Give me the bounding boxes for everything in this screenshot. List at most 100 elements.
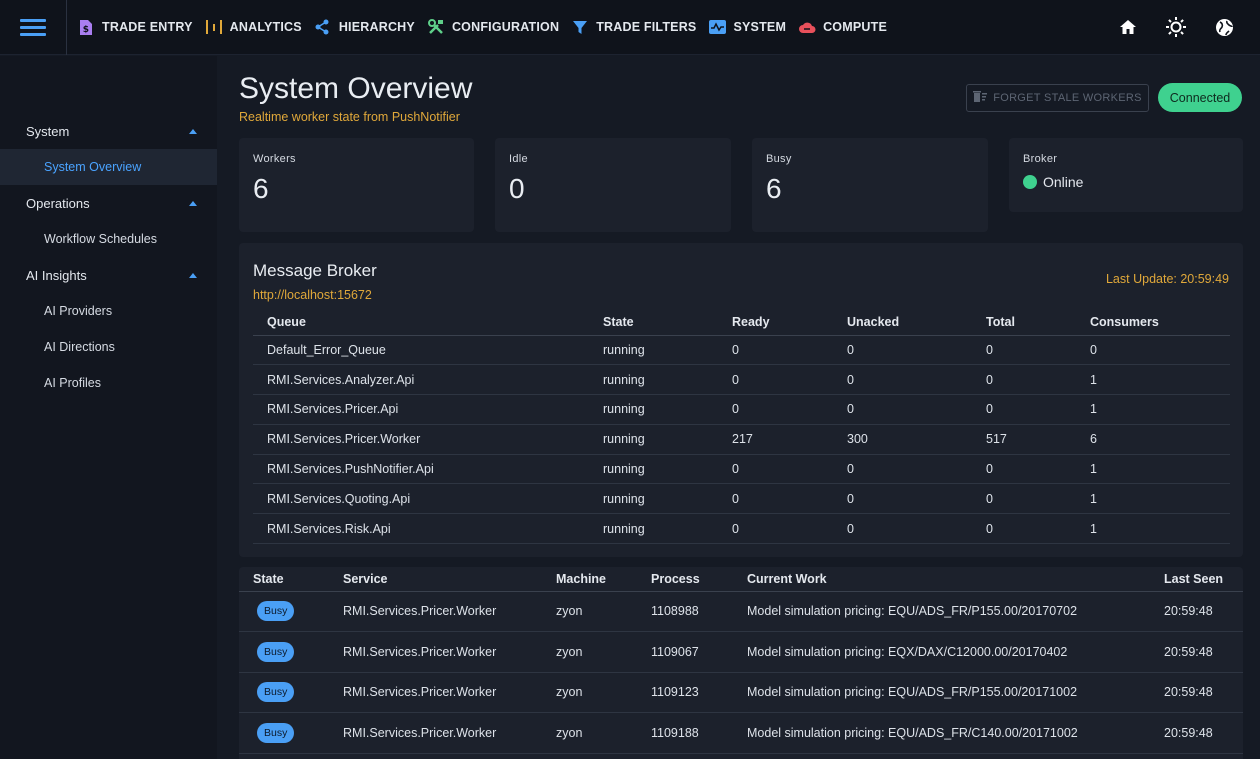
queue-name-cell: RMI.Services.Pricer.Api <box>253 394 589 425</box>
process-cell: 1108988 <box>651 591 747 632</box>
nav-hierarchy[interactable]: HIERARCHY <box>308 0 421 55</box>
stat-label: Busy <box>766 153 792 165</box>
caret-up-icon <box>189 200 197 206</box>
current-work-cell: Model simulation pricing: EQX/DAX/C12000… <box>747 631 1164 673</box>
menu-button[interactable] <box>0 0 67 55</box>
workers-table: State Service Machine Process Current Wo… <box>239 567 1243 754</box>
sidebar-group-label: System <box>26 123 70 139</box>
queue-state-cell: running <box>589 394 718 425</box>
stat-value: 6 <box>253 173 269 204</box>
stat-card-busy: Busy 6 <box>752 138 988 232</box>
stat-label: Idle <box>509 153 528 165</box>
current-work-cell: Model simulation pricing: EQU/ADS_FR/C14… <box>747 712 1164 754</box>
hierarchy-icon <box>314 18 332 36</box>
nav-trade-filters[interactable]: TRADE FILTERS <box>565 0 702 55</box>
broker-title: Message Broker <box>253 261 377 280</box>
nav-analytics[interactable]: ANALYTICS <box>199 0 308 55</box>
last-seen-cell: 20:59:48 <box>1164 712 1243 754</box>
sidebar-item-ai-directions[interactable]: AI Directions <box>0 329 217 365</box>
column-header-total[interactable]: Total <box>972 310 1076 336</box>
table-row: RMI.Services.Quoting.Api running 0 0 0 1 <box>253 483 1230 515</box>
last-update-text: Last Update: 20:59:49 <box>1105 272 1229 286</box>
service-cell: RMI.Services.Pricer.Worker <box>343 712 556 754</box>
state-badge: Busy <box>257 682 295 703</box>
message-broker-card: Message Broker http://localhost:15672 La… <box>239 243 1243 557</box>
queue-total-cell: 0 <box>972 454 1076 485</box>
sidebar-item-ai-providers[interactable]: AI Providers <box>0 293 217 329</box>
nav-system-label: SYSTEM <box>733 20 787 34</box>
queue-name-cell: RMI.Services.Analyzer.Api <box>253 364 589 396</box>
table-row: Busy RMI.Services.Pricer.Worker zyon 110… <box>239 591 1243 632</box>
forget-stale-workers-button[interactable]: FORGET STALE WORKERS <box>966 84 1149 112</box>
column-header-machine[interactable]: Machine <box>556 567 651 592</box>
current-work-cell: Model simulation pricing: EQU/ADS_FR/P15… <box>747 591 1164 632</box>
last-seen-cell: 20:59:48 <box>1164 631 1243 673</box>
queue-name-cell: RMI.Services.Risk.Api <box>253 513 589 545</box>
queue-unacked-cell: 0 <box>833 364 972 396</box>
column-header-queue[interactable]: Queue <box>253 310 589 336</box>
column-header-unacked[interactable]: Unacked <box>833 310 972 336</box>
queue-consumers-cell: 1 <box>1076 454 1230 485</box>
column-header-consumers[interactable]: Consumers <box>1076 310 1230 336</box>
hamburger-icon <box>20 15 46 40</box>
top-app-bar: $ TRADE ENTRY ANALYTICS HIERARCHY CONFIG… <box>0 0 1260 55</box>
column-header-current-work[interactable]: Current Work <box>747 567 1164 592</box>
system-monitor-icon <box>708 18 726 36</box>
queue-consumers-cell: 1 <box>1076 364 1230 396</box>
theme-toggle-sun-icon[interactable] <box>1166 17 1186 37</box>
analytics-bars-icon <box>205 18 223 36</box>
sidebar-item-label: System Overview <box>44 160 142 174</box>
sidebar-item-ai-profiles[interactable]: AI Profiles <box>0 365 217 401</box>
queue-unacked-cell: 0 <box>833 513 972 545</box>
globe-icon[interactable] <box>1214 17 1234 37</box>
nav-trade-entry-label: TRADE ENTRY <box>102 20 193 34</box>
column-header-state[interactable]: State <box>589 310 718 336</box>
sidebar-group-label: AI Insights <box>26 267 87 283</box>
nav-configuration-label: CONFIGURATION <box>451 20 560 34</box>
table-row: RMI.Services.Pricer.Api running 0 0 0 1 <box>253 394 1230 425</box>
table-row: Busy RMI.Services.Pricer.Worker zyon 110… <box>239 631 1243 673</box>
sidebar-item-system-overview[interactable]: System Overview <box>0 149 217 185</box>
broker-url-link[interactable]: http://localhost:15672 <box>253 288 372 302</box>
column-header-service[interactable]: Service <box>343 567 556 592</box>
process-cell: 1109188 <box>651 712 747 754</box>
stat-value: 0 <box>509 173 525 204</box>
column-header-last-seen[interactable]: Last Seen <box>1164 567 1243 592</box>
stat-label: Broker <box>1023 153 1058 165</box>
nav-trade-entry[interactable]: $ TRADE ENTRY <box>71 0 199 55</box>
nav-hierarchy-label: HIERARCHY <box>338 20 415 34</box>
filter-icon <box>571 18 589 36</box>
nav-compute[interactable]: COMPUTE <box>792 0 893 55</box>
table-row: Busy RMI.Services.Pricer.Worker zyon 110… <box>239 712 1243 754</box>
column-header-ready[interactable]: Ready <box>718 310 833 336</box>
nav-compute-label: COMPUTE <box>823 20 887 34</box>
table-row: Busy RMI.Services.Pricer.Worker zyon 110… <box>239 672 1243 713</box>
column-header-state[interactable]: State <box>239 567 343 592</box>
sidebar-group-ai-insights[interactable]: AI Insights <box>0 257 217 293</box>
queue-ready-cell: 0 <box>718 513 833 545</box>
queue-state-cell: running <box>589 483 718 515</box>
queue-unacked-cell: 300 <box>833 424 972 455</box>
queue-name-cell: RMI.Services.PushNotifier.Api <box>253 454 589 485</box>
queue-ready-cell: 0 <box>718 394 833 425</box>
connection-status-badge: Connected <box>1158 83 1242 112</box>
nav-system[interactable]: SYSTEM <box>702 0 792 55</box>
queue-total-cell: 0 <box>972 394 1076 425</box>
table-row: RMI.Services.PushNotifier.Api running 0 … <box>253 454 1230 485</box>
column-header-process[interactable]: Process <box>651 567 747 592</box>
queue-unacked-cell: 0 <box>833 335 972 366</box>
page-subtitle: Realtime worker state from PushNotifier <box>239 110 460 124</box>
workers-table-header: State Service Machine Process Current Wo… <box>239 567 1243 592</box>
state-badge: Busy <box>257 722 295 743</box>
compute-icon <box>798 18 816 36</box>
sidebar-item-workflow-schedules[interactable]: Workflow Schedules <box>0 221 217 257</box>
nav-configuration[interactable]: CONFIGURATION <box>421 0 565 55</box>
queue-ready-cell: 217 <box>718 424 833 455</box>
home-icon[interactable] <box>1118 17 1138 37</box>
sidebar-group-system[interactable]: System <box>0 113 217 149</box>
service-cell: RMI.Services.Pricer.Worker <box>343 631 556 673</box>
queue-name-cell: RMI.Services.Pricer.Worker <box>253 424 589 455</box>
caret-up-icon <box>189 272 197 278</box>
sidebar-group-operations[interactable]: Operations <box>0 185 217 221</box>
service-cell: RMI.Services.Pricer.Worker <box>343 672 556 713</box>
